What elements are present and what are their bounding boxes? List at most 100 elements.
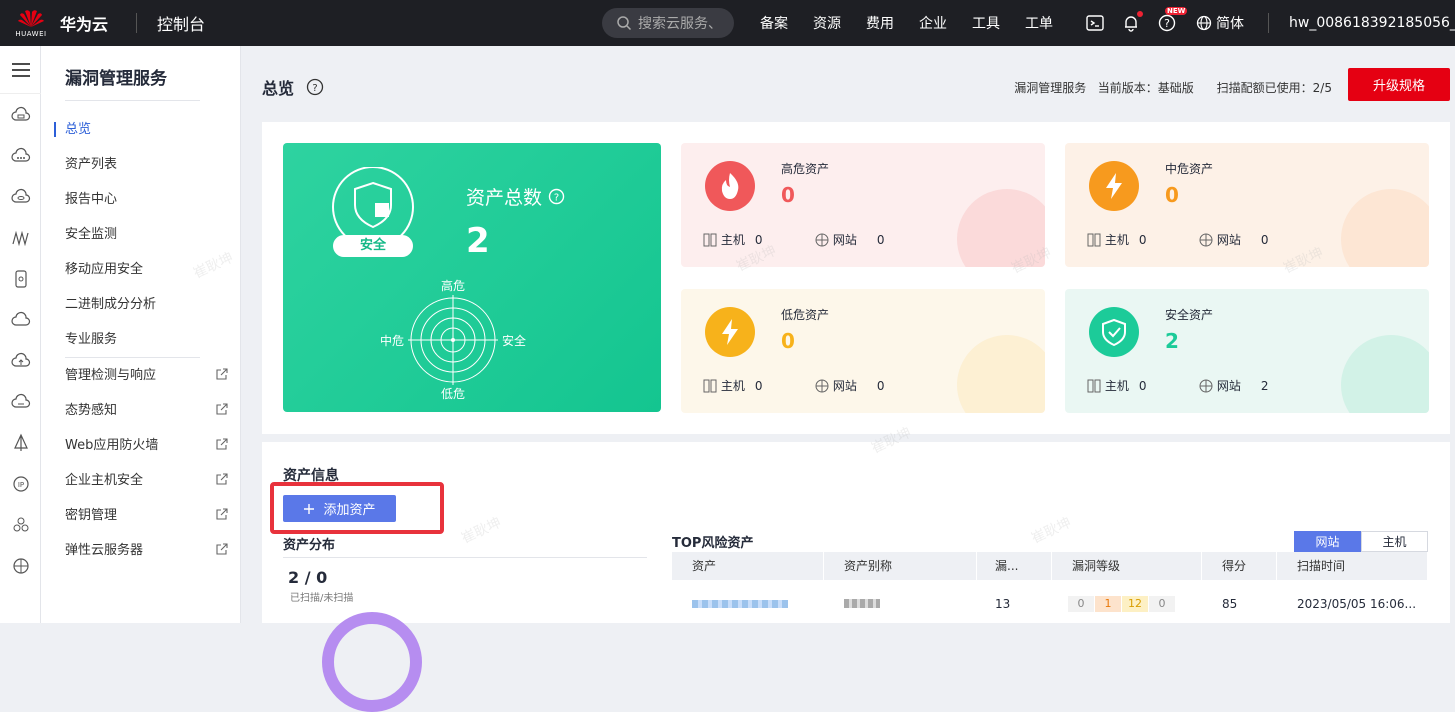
radar-label-safe: 安全 — [502, 334, 527, 348]
sidebar-item-waf[interactable]: Web应用防火墙 — [41, 428, 240, 463]
sail-icon[interactable] — [0, 422, 41, 463]
sidebar-item-ecs[interactable]: 弹性云服务器 — [41, 533, 240, 568]
host-count: 主机 0 — [1087, 377, 1146, 394]
sidebar-item-situation-awareness[interactable]: 态势感知 — [41, 393, 240, 428]
low-risk-card[interactable]: 低危资产 0 主机 0 网站 0 — [681, 289, 1045, 413]
help-icon[interactable]: ? NEW — [1157, 7, 1188, 33]
sidebar-item-mobile-app-security[interactable]: 移动应用安全 — [41, 252, 240, 287]
upgrade-button[interactable]: 升级规格 — [1348, 68, 1450, 101]
level-high: 0 — [1068, 596, 1094, 612]
column-score[interactable]: 得分 — [1202, 552, 1277, 580]
column-alias[interactable]: 资产别称 — [824, 552, 977, 580]
safe-assets-card[interactable]: 安全资产 2 主机 0 网站 2 — [1065, 289, 1429, 413]
column-asset[interactable]: 资产 — [672, 552, 824, 580]
host-value: 0 — [1138, 378, 1147, 393]
card-count: 0 — [781, 329, 795, 353]
ip-icon[interactable]: IP — [0, 463, 41, 504]
mobile-icon[interactable] — [0, 258, 41, 299]
asset-type-tabs: 网站 主机 — [1294, 531, 1428, 552]
globe-icon — [1199, 379, 1213, 392]
svg-text:?: ? — [1164, 17, 1170, 30]
cloud-upload-icon[interactable] — [0, 340, 41, 381]
status-badge: 安全 — [333, 235, 413, 257]
sidebar-item-host-security[interactable]: 企业主机安全 — [41, 463, 240, 498]
page-title: 总览 — [262, 79, 295, 98]
sidebar-item-label: Web应用防火墙 — [65, 438, 159, 453]
external-link-icon — [216, 368, 228, 380]
sidebar-item-security-monitoring[interactable]: 安全监测 — [41, 217, 240, 252]
card-decoration — [1341, 189, 1429, 267]
host-value: 0 — [1138, 232, 1147, 247]
card-count: 0 — [781, 183, 795, 207]
column-vuln-count[interactable]: 漏... — [977, 552, 1052, 580]
radar-label-low: 低危 — [441, 387, 466, 401]
globe-icon[interactable] — [0, 545, 41, 586]
total-label-group: 资产总数 ? — [466, 183, 565, 210]
account-menu[interactable]: hw_008618392185056_01 — [1268, 0, 1455, 46]
nav-resources[interactable]: 资源 — [813, 13, 841, 33]
sidebar-item-binary-analysis[interactable]: 二进制成分分析 — [41, 287, 240, 322]
page-header: 总览 ? 漏洞管理服务 当前版本：基础版 扫描配额已使用：2/5 — [262, 72, 1450, 102]
notification-dot — [1137, 11, 1143, 17]
host-label: 主机 — [720, 379, 745, 393]
brand-name[interactable]: 华为云 — [60, 11, 108, 35]
database-icon[interactable] — [0, 176, 41, 217]
menu-icon[interactable] — [0, 46, 41, 94]
help-icon[interactable]: ? — [548, 188, 565, 205]
card-decoration — [1341, 335, 1429, 413]
svg-text:?: ? — [312, 83, 317, 94]
distribution-label: 已扫描/未扫描 — [290, 593, 354, 604]
table-row[interactable]: 13 0 1 12 0 85 2023/05/05 16:06... — [672, 590, 1428, 618]
top-nav: 备案 资源 费用 企业 工具 工单 — [760, 0, 1078, 46]
medium-risk-card[interactable]: 中危资产 0 主机 0 网站 0 — [1065, 143, 1429, 267]
search-input[interactable]: 搜索云服务、 — [602, 8, 734, 38]
vuln-count: 13 — [995, 597, 1011, 611]
monitor-wave-icon[interactable] — [0, 217, 41, 258]
cloud-icon[interactable] — [0, 299, 41, 340]
cluster-icon[interactable] — [0, 504, 41, 545]
cloud-network-icon[interactable] — [0, 135, 41, 176]
help-icon[interactable]: ? — [306, 78, 324, 96]
service-name: 漏洞管理服务 — [1014, 80, 1087, 95]
distribution-donut — [322, 612, 422, 712]
card-title: 安全资产 — [1165, 308, 1214, 322]
terminal-icon[interactable] — [1085, 13, 1105, 33]
divider — [136, 13, 138, 33]
distribution-title: 资产分布 — [283, 538, 336, 553]
nav-tools[interactable]: 工具 — [972, 13, 1000, 33]
host-count: 主机 0 — [703, 377, 762, 394]
card-title: 中危资产 — [1165, 162, 1214, 176]
sidebar-item-label: 态势感知 — [65, 403, 118, 418]
service-rail: IP — [0, 46, 41, 623]
nav-billing[interactable]: 费用 — [866, 13, 894, 33]
level-info: 0 — [1149, 596, 1175, 612]
sidebar-item-professional-services[interactable]: 专业服务 — [41, 322, 240, 357]
nav-filing[interactable]: 备案 — [760, 13, 788, 33]
bell-icon[interactable] — [1121, 11, 1143, 33]
scan-quota: 扫描配额已使用：2/5 — [1216, 80, 1332, 95]
sidebar-item-asset-list[interactable]: 资产列表 — [41, 147, 240, 182]
tab-host[interactable]: 主机 — [1361, 531, 1428, 552]
column-scan-time[interactable]: 扫描时间 — [1277, 552, 1428, 580]
huawei-logo[interactable]: HUAWEI — [8, 0, 54, 46]
tab-website[interactable]: 网站 — [1294, 531, 1361, 552]
site-count: 网站 0 — [815, 231, 884, 248]
nav-tickets[interactable]: 工单 — [1025, 13, 1053, 33]
external-link-icon — [216, 473, 228, 485]
cloud-server-icon[interactable] — [0, 94, 41, 135]
sidebar-item-mdr[interactable]: 管理检测与响应 — [41, 358, 240, 393]
card-count: 2 — [1165, 329, 1179, 353]
language-switch[interactable]: 简体 — [1196, 0, 1244, 46]
sidebar-item-overview[interactable]: 总览 — [41, 112, 240, 147]
column-vuln-level[interactable]: 漏洞等级 — [1052, 552, 1202, 580]
score: 85 — [1222, 597, 1238, 611]
site-count: 网站 0 — [1199, 231, 1268, 248]
nav-enterprise[interactable]: 企业 — [919, 13, 947, 33]
site-label: 网站 — [1216, 233, 1241, 247]
console-link[interactable]: 控制台 — [157, 11, 205, 35]
cloud-outline-icon[interactable] — [0, 381, 41, 422]
high-risk-card[interactable]: 高危资产 0 主机 0 网站 0 — [681, 143, 1045, 267]
sidebar-item-report-center[interactable]: 报告中心 — [41, 182, 240, 217]
asset-name-redacted[interactable] — [672, 597, 824, 611]
sidebar-item-key-management[interactable]: 密钥管理 — [41, 498, 240, 533]
